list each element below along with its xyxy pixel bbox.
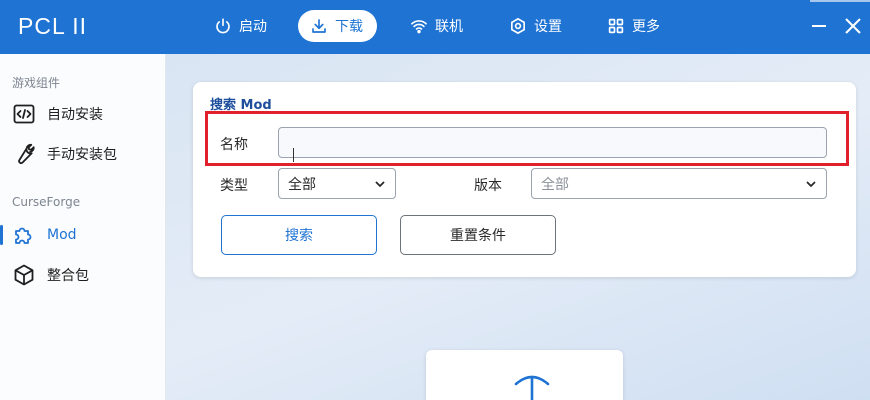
- wrench-icon: [18, 143, 35, 164]
- sidebar-item-label: 自动安装: [47, 107, 103, 123]
- close-icon: [845, 18, 861, 34]
- type-select-value: 全部: [288, 176, 316, 193]
- close-button[interactable]: [843, 16, 863, 36]
- result-placeholder-card: [426, 350, 623, 400]
- nav-download-label: 下载: [335, 19, 363, 35]
- version-label: 版本: [474, 178, 502, 194]
- minimize-button[interactable]: [809, 16, 829, 36]
- sidebar-item-label: 手动安装包: [47, 147, 117, 163]
- chevron-down-icon: [806, 181, 816, 187]
- chevron-down-icon: [375, 181, 385, 187]
- reset-filters-button[interactable]: 重置条件: [400, 215, 556, 255]
- sidebar-item-label: 整合包: [47, 268, 89, 284]
- gear-icon: [511, 17, 525, 35]
- nav-more-label: 更多: [632, 19, 660, 35]
- sidebar-item-mod[interactable]: Mod: [0, 218, 166, 252]
- puzzle-icon: [15, 227, 32, 244]
- pickaxe-icon: [514, 375, 550, 400]
- minimize-icon: [812, 25, 826, 27]
- app-title: PCL II: [18, 13, 88, 39]
- nav-settings-label: 设置: [534, 19, 562, 35]
- type-select[interactable]: 全部: [278, 168, 396, 199]
- type-label: 类型: [220, 178, 248, 194]
- highlight-box: [205, 111, 849, 166]
- nav-download[interactable]: 下载: [298, 10, 377, 42]
- grid-icon: [608, 18, 624, 34]
- sidebar-item-modpack[interactable]: 整合包: [0, 258, 166, 292]
- nav-multiplayer-label: 联机: [435, 19, 463, 35]
- nav-launch-label: 启动: [239, 19, 267, 35]
- nav-launch[interactable]: 启动: [202, 10, 281, 42]
- sidebar-item-manual-install[interactable]: 手动安装包: [0, 137, 166, 171]
- sidebar-item-auto-install[interactable]: 自动安装: [0, 97, 166, 131]
- nav-multiplayer[interactable]: 联机: [398, 10, 477, 42]
- search-button[interactable]: 搜索: [221, 215, 377, 255]
- window-controls-divider: [810, 0, 870, 2]
- power-icon: [216, 18, 230, 34]
- version-select-value: 全部: [541, 176, 569, 193]
- cube-icon: [14, 264, 34, 286]
- title-bar: PCL II 启动 下载 联机 设置 更多: [0, 0, 870, 54]
- wifi-icon: [411, 20, 427, 34]
- version-select[interactable]: 全部: [531, 168, 827, 199]
- nav-settings[interactable]: 设置: [497, 10, 576, 42]
- sidebar-item-label: Mod: [47, 227, 77, 243]
- nav-more[interactable]: 更多: [595, 10, 674, 42]
- sidebar: 游戏组件 自动安装 手动安装包 CurseForge Mod 整合包: [0, 54, 166, 400]
- sidebar-group-curseforge: CurseForge: [12, 195, 81, 209]
- download-icon: [312, 19, 326, 33]
- sidebar-group-game-components: 游戏组件: [12, 76, 61, 90]
- code-window-icon: [13, 104, 35, 124]
